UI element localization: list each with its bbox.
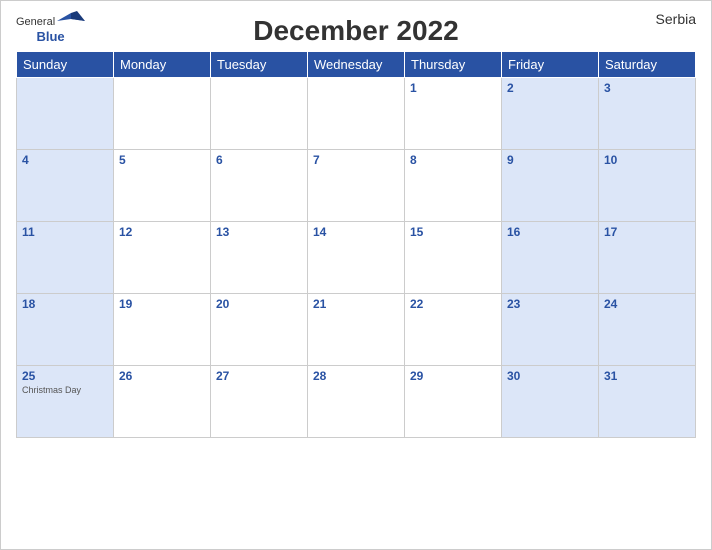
calendar-day: 5	[114, 150, 211, 222]
calendar-day: 11	[17, 222, 114, 294]
calendar-day: 15	[405, 222, 502, 294]
calendar-week-3: 11 12 13 14 15 16 17	[17, 222, 696, 294]
calendar-day: 26	[114, 366, 211, 438]
calendar-day: 1	[405, 78, 502, 150]
day-number: 22	[410, 297, 496, 311]
calendar-day: 18	[17, 294, 114, 366]
col-saturday: Saturday	[599, 52, 696, 78]
calendar-day: 17	[599, 222, 696, 294]
logo-general-text: General	[16, 16, 55, 29]
day-number: 12	[119, 225, 205, 239]
day-number: 2	[507, 81, 593, 95]
calendar-day: 24	[599, 294, 696, 366]
calendar-day: 31	[599, 366, 696, 438]
day-event: Christmas Day	[22, 385, 108, 395]
calendar-day: 6	[211, 150, 308, 222]
col-tuesday: Tuesday	[211, 52, 308, 78]
col-sunday: Sunday	[17, 52, 114, 78]
calendar-day: 22	[405, 294, 502, 366]
day-number: 11	[22, 225, 108, 239]
calendar-title: December 2022	[253, 15, 458, 47]
calendar-day	[308, 78, 405, 150]
calendar-day	[211, 78, 308, 150]
calendar-day: 23	[502, 294, 599, 366]
calendar-day: 2	[502, 78, 599, 150]
calendar-container: General Blue December 2022 Serbia Sunday…	[0, 0, 712, 550]
day-number: 31	[604, 369, 690, 383]
calendar-day: 16	[502, 222, 599, 294]
calendar-table: Sunday Monday Tuesday Wednesday Thursday…	[16, 51, 696, 438]
calendar-day: 7	[308, 150, 405, 222]
day-number: 19	[119, 297, 205, 311]
calendar-day: 12	[114, 222, 211, 294]
day-number: 30	[507, 369, 593, 383]
calendar-day: 20	[211, 294, 308, 366]
day-number: 27	[216, 369, 302, 383]
day-number: 18	[22, 297, 108, 311]
calendar-week-4: 18 19 20 21 22 23 24	[17, 294, 696, 366]
day-number: 4	[22, 153, 108, 167]
day-number: 1	[410, 81, 496, 95]
day-number: 20	[216, 297, 302, 311]
day-number: 7	[313, 153, 399, 167]
calendar-day: 25 Christmas Day	[17, 366, 114, 438]
col-monday: Monday	[114, 52, 211, 78]
header: General Blue December 2022 Serbia	[16, 11, 696, 47]
day-number: 5	[119, 153, 205, 167]
day-number: 9	[507, 153, 593, 167]
generalblue-logo: General Blue	[16, 11, 85, 45]
day-number: 15	[410, 225, 496, 239]
day-number: 3	[604, 81, 690, 95]
day-number: 29	[410, 369, 496, 383]
calendar-week-5: 25 Christmas Day 26 27 28 29 30 31	[17, 366, 696, 438]
calendar-day: 30	[502, 366, 599, 438]
day-number: 14	[313, 225, 399, 239]
calendar-day: 13	[211, 222, 308, 294]
logo-bird-icon	[57, 11, 85, 29]
day-number: 13	[216, 225, 302, 239]
calendar-day: 9	[502, 150, 599, 222]
day-number: 24	[604, 297, 690, 311]
country-label: Serbia	[656, 11, 696, 27]
calendar-day: 10	[599, 150, 696, 222]
calendar-day: 19	[114, 294, 211, 366]
col-thursday: Thursday	[405, 52, 502, 78]
col-friday: Friday	[502, 52, 599, 78]
calendar-day: 4	[17, 150, 114, 222]
day-number: 17	[604, 225, 690, 239]
calendar-week-1: 123	[17, 78, 696, 150]
day-number: 6	[216, 153, 302, 167]
calendar-day	[17, 78, 114, 150]
col-wednesday: Wednesday	[308, 52, 405, 78]
day-number: 26	[119, 369, 205, 383]
logo-blue-text: Blue	[36, 29, 64, 45]
calendar-day: 14	[308, 222, 405, 294]
calendar-day: 28	[308, 366, 405, 438]
day-number: 8	[410, 153, 496, 167]
header-row: Sunday Monday Tuesday Wednesday Thursday…	[17, 52, 696, 78]
day-number: 16	[507, 225, 593, 239]
calendar-day: 8	[405, 150, 502, 222]
calendar-day: 21	[308, 294, 405, 366]
calendar-day: 29	[405, 366, 502, 438]
day-number: 25	[22, 369, 108, 383]
calendar-day: 3	[599, 78, 696, 150]
day-number: 21	[313, 297, 399, 311]
day-number: 23	[507, 297, 593, 311]
calendar-week-2: 456789 10	[17, 150, 696, 222]
calendar-day: 27	[211, 366, 308, 438]
day-number: 10	[604, 153, 690, 167]
day-number: 28	[313, 369, 399, 383]
calendar-day	[114, 78, 211, 150]
